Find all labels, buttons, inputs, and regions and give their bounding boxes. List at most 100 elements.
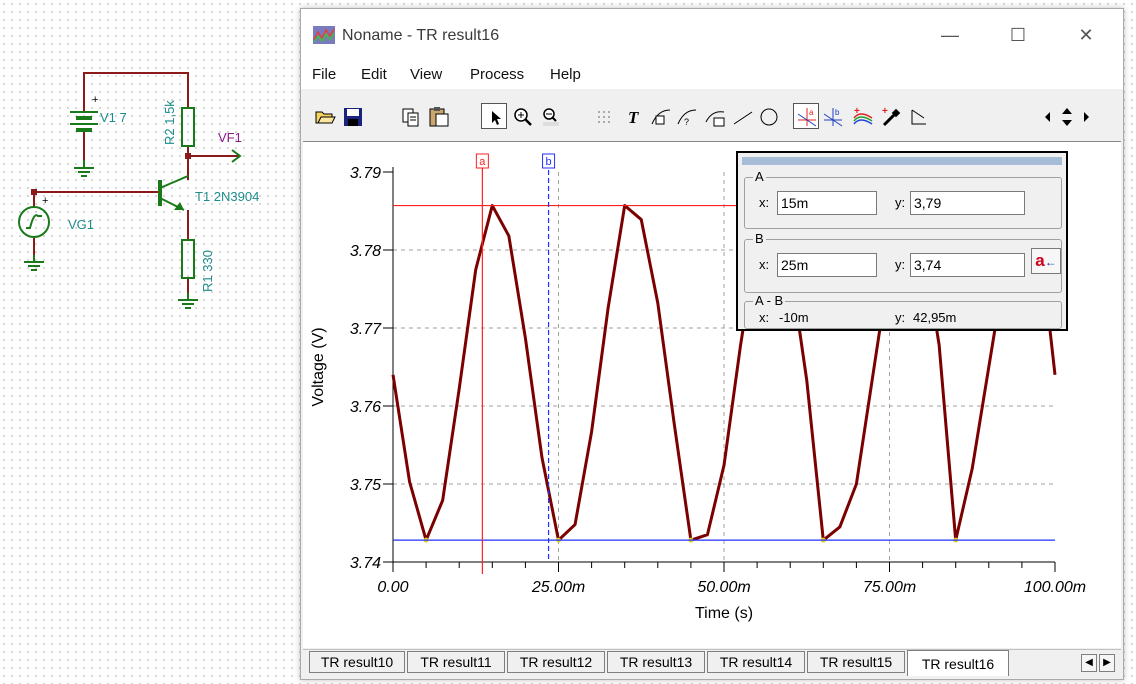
save-button[interactable] [339, 103, 365, 129]
equation-icon [705, 111, 725, 127]
node-vg1 [31, 189, 37, 195]
t1-label: T1 2N3904 [195, 189, 260, 204]
r2-body [181, 107, 195, 147]
cursor-b-icon: b [823, 108, 843, 127]
cursor-b-y-label: y: [895, 257, 906, 272]
tab-tr-result11[interactable]: TR result11 [407, 651, 505, 673]
vg1-body [18, 206, 50, 238]
minimize-button[interactable]: — [927, 19, 973, 51]
cursor-b-marker-label: b [546, 156, 552, 168]
copy-button[interactable] [397, 103, 423, 129]
pointer-button[interactable] [481, 103, 507, 129]
line-button[interactable] [729, 103, 755, 129]
set-a-label: a [1035, 251, 1045, 270]
x-axis-label: Time (s) [695, 605, 753, 622]
set-a-to-b-button[interactable]: a← [1031, 248, 1061, 274]
scroll-updown-button[interactable] [1057, 103, 1075, 129]
tab-tr-result12[interactable]: TR result12 [507, 651, 605, 673]
menu-edit[interactable]: Edit [361, 66, 387, 83]
line-icon [733, 111, 753, 125]
zoom-in-icon [514, 108, 532, 126]
circle-button[interactable] [755, 103, 781, 129]
pointer-icon [492, 111, 501, 125]
cursor-a-marker-label: a [479, 156, 486, 168]
tab-tr-result15[interactable]: TR result15 [807, 651, 905, 673]
cursor-b-x-field[interactable]: 25m [777, 253, 877, 277]
grid-icon [598, 111, 610, 123]
svg-text:+: + [882, 106, 888, 117]
paste-icon [429, 107, 449, 127]
tab-tr-result16[interactable]: TR result16 [907, 650, 1009, 676]
tabs-scroll-right[interactable]: ▶ [1099, 654, 1115, 672]
open-button[interactable] [311, 103, 337, 129]
cursor-panel[interactable]: A x: 15m y: 3,79 B x: 25m y: 3,74 a← A -… [736, 151, 1068, 331]
curve-label-button[interactable] [647, 103, 673, 129]
menu-file[interactable]: File [312, 66, 336, 83]
cursor-a-title: A [753, 169, 766, 184]
x-tick-label: 50.00m [697, 579, 750, 596]
tabs-scroll-left[interactable]: ◀ [1081, 654, 1097, 672]
add-curve-icon: + [853, 106, 873, 125]
cursor-diff-group: A - B x: -10m y: 42,95m [744, 293, 1062, 329]
toolbar: T ? a b + + [301, 93, 1123, 139]
diff-y-value: 42,95m [913, 310, 957, 325]
left-arrow-icon: ← [1044, 255, 1057, 269]
svg-text:a: a [809, 108, 814, 117]
v1-label: V1 7 [100, 110, 127, 125]
r2-label: R2 1,5k [162, 100, 177, 145]
cursor-b-title: B [753, 231, 766, 246]
ground-r1 [178, 293, 198, 309]
title-bar[interactable]: Noname - TR result16 — ☐ ✕ [301, 9, 1123, 61]
vg1-plus: + [42, 195, 48, 207]
color-picker-button[interactable]: + [877, 103, 903, 129]
color-picker-icon: + [882, 106, 901, 127]
cursor-b-button[interactable]: b [819, 103, 845, 129]
diff-x-label: x: [759, 310, 770, 325]
equation-button[interactable] [701, 103, 727, 129]
vg1-wave [26, 214, 42, 229]
x-tick-label: 100.00m [1024, 579, 1086, 596]
maximize-button[interactable]: ☐ [995, 19, 1041, 51]
scroll-updown-icon [1062, 108, 1072, 126]
cursor-a-y-field[interactable]: 3,79 [910, 191, 1025, 215]
paste-button[interactable] [425, 103, 451, 129]
cursor-b-y-field[interactable]: 3,74 [910, 253, 1025, 277]
circle-icon [760, 108, 778, 126]
vg1-label: VG1 [68, 217, 95, 232]
schematic-canvas[interactable]: + + V1 7 R2 1,5k VF1 T1 2N3904 VG1 R1 33… [0, 0, 300, 681]
result-window: Noname - TR result16 — ☐ ✕ File Edit Vie… [300, 8, 1124, 680]
marker-button[interactable] [905, 103, 931, 129]
scroll-right-button[interactable] [1077, 103, 1093, 129]
grid-button[interactable] [591, 103, 617, 129]
menu-process[interactable]: Process [470, 66, 524, 83]
cursor-a-button[interactable]: a [793, 103, 819, 129]
curve-label-q-button[interactable]: ? [673, 103, 699, 129]
text-icon: T [628, 108, 639, 127]
cursor-a-x-field[interactable]: 15m [777, 191, 877, 215]
cursor-a-group: A x: 15m y: 3,79 [744, 169, 1062, 229]
save-icon [344, 108, 362, 126]
svg-text:b: b [835, 108, 840, 117]
menu-view[interactable]: View [410, 66, 442, 83]
cursor-panel-caption[interactable] [742, 157, 1062, 165]
close-button[interactable]: ✕ [1063, 19, 1109, 51]
menu-help[interactable]: Help [550, 66, 581, 83]
cursor-diff-title: A - B [753, 293, 786, 308]
tab-tr-result10[interactable]: TR result10 [309, 651, 405, 673]
text-button[interactable]: T [621, 103, 647, 129]
add-curve-button[interactable]: + [849, 103, 875, 129]
cursor-b-x-label: x: [759, 257, 770, 272]
zoom-100-button[interactable] [537, 103, 563, 129]
tab-tr-result13[interactable]: TR result13 [607, 651, 705, 673]
tab-tr-result14[interactable]: TR result14 [707, 651, 805, 673]
y-tick-label: 3.79 [350, 165, 381, 182]
r1-body [181, 239, 195, 279]
x-tick-label: 0.00 [377, 579, 408, 596]
zoom-in-button[interactable] [509, 103, 535, 129]
y-tick-label: 3.75 [350, 477, 381, 494]
svg-text:?: ? [684, 117, 689, 127]
scroll-left-button[interactable] [1039, 103, 1055, 129]
cursor-b-group: B x: 25m y: 3,74 a← [744, 231, 1062, 293]
app-icon [313, 26, 335, 44]
curve-label-icon [651, 109, 671, 125]
